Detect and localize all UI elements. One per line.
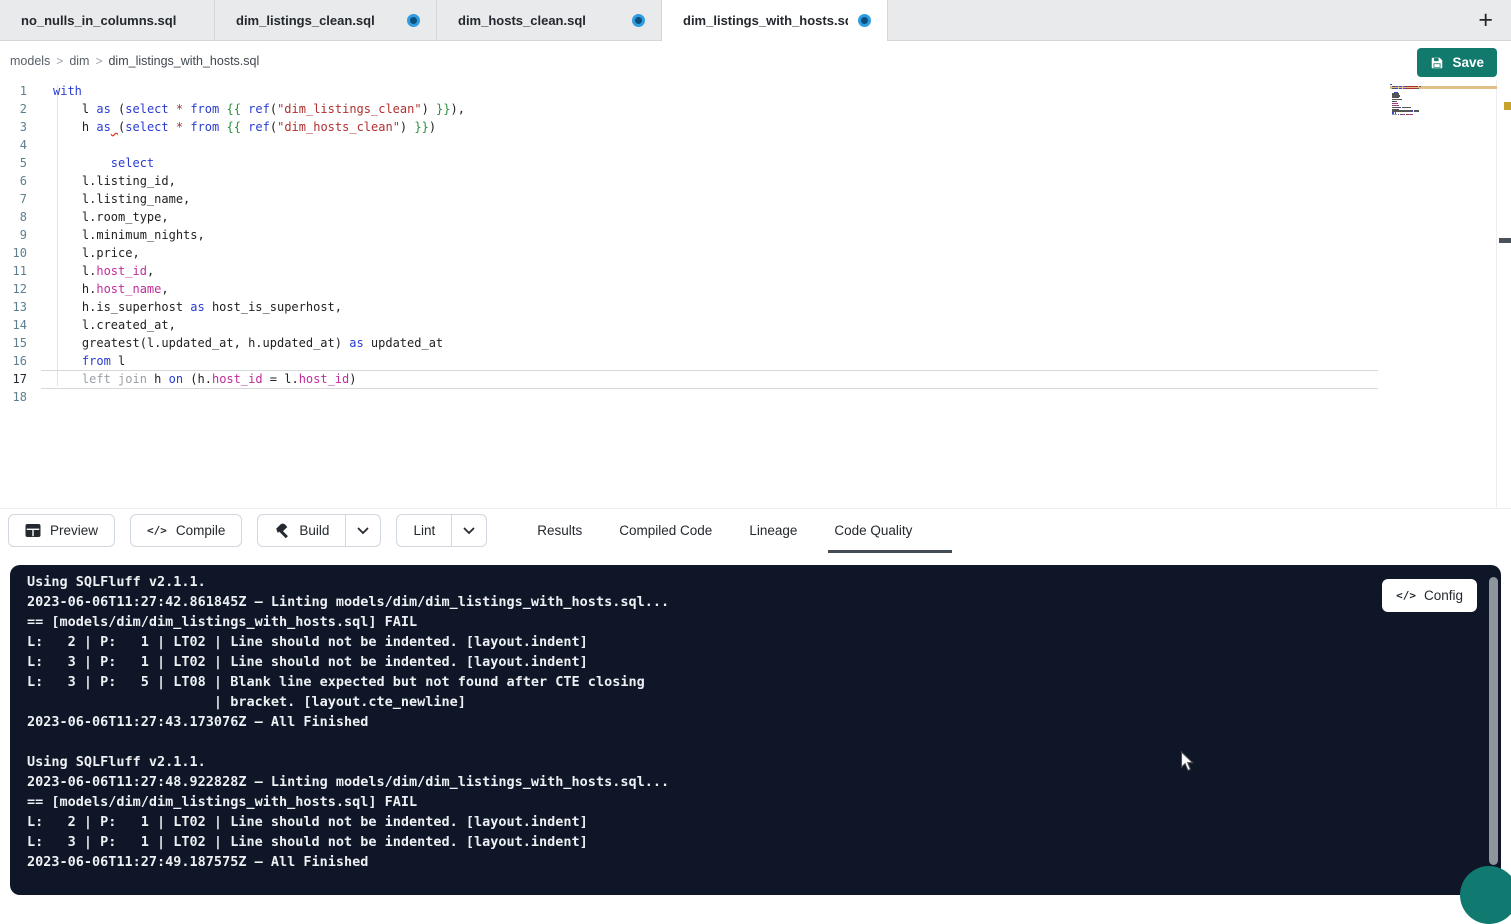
hammer-icon: [274, 523, 290, 539]
editor-tab-bar: no_nulls_in_columns.sql dim_listings_clea…: [0, 0, 1511, 41]
line-number-gutter: 123456789101112131415161718: [0, 82, 27, 406]
line-number: 18: [0, 388, 27, 406]
overview-ruler-warning-marker: [1504, 102, 1511, 110]
line-number: 3: [0, 118, 27, 136]
line-number: 10: [0, 244, 27, 262]
unsaved-changes-dot-icon: [407, 14, 420, 27]
code-brackets-icon: </>: [147, 524, 167, 537]
compile-button[interactable]: </> Compile: [130, 514, 242, 547]
compile-label: Compile: [176, 523, 226, 538]
line-number: 15: [0, 334, 27, 352]
breadcrumb-item[interactable]: dim: [69, 54, 89, 68]
code-pane: with l as (select * from {{ ref("dim_lis…: [53, 82, 465, 406]
preview-label: Preview: [50, 523, 98, 538]
minimap-line: [1390, 116, 1462, 118]
line-number: 6: [0, 172, 27, 190]
code-line[interactable]: [53, 136, 465, 154]
breadcrumb: models > dim > dim_listings_with_hosts.sql: [10, 54, 259, 68]
build-button[interactable]: Build: [257, 514, 346, 547]
panel-tab-code-quality[interactable]: Code Quality: [832, 509, 914, 553]
save-button[interactable]: Save: [1417, 48, 1497, 77]
breadcrumb-item[interactable]: dim_listings_with_hosts.sql: [108, 54, 259, 68]
code-line[interactable]: l.room_type,: [53, 208, 465, 226]
code-brackets-icon: </>: [1396, 589, 1416, 602]
overview-ruler-scroll-marker[interactable]: [1499, 238, 1511, 243]
chevron-down-icon: [463, 527, 475, 535]
line-number: 12: [0, 280, 27, 298]
line-number: 1: [0, 82, 27, 100]
save-label: Save: [1452, 55, 1484, 70]
breadcrumb-separator-icon: >: [95, 54, 102, 68]
terminal-scrollbar[interactable]: [1489, 577, 1498, 865]
panel-tab-compiled-code[interactable]: Compiled Code: [617, 509, 714, 553]
breadcrumb-item[interactable]: models: [10, 54, 50, 68]
code-line[interactable]: l.minimum_nights,: [53, 226, 465, 244]
lint-dropdown-button[interactable]: [452, 514, 487, 547]
lint-button[interactable]: Lint: [396, 514, 452, 547]
panel-tab-results[interactable]: Results: [535, 509, 584, 553]
line-number: 9: [0, 226, 27, 244]
build-button-group: Build: [257, 514, 381, 547]
scrollbar-column-divider: [1496, 80, 1497, 508]
build-dropdown-button[interactable]: [346, 514, 381, 547]
config-button[interactable]: </> Config: [1382, 579, 1477, 612]
tab-label: dim_listings_with_hosts.sql: [683, 13, 848, 28]
line-number: 17: [0, 370, 27, 388]
unsaved-changes-dot-icon: [632, 14, 645, 27]
lint-label: Lint: [413, 523, 435, 538]
build-label: Build: [299, 523, 329, 538]
editor-tab[interactable]: dim_listings_with_hosts.sql: [662, 0, 888, 41]
line-number: 7: [0, 190, 27, 208]
new-tab-button[interactable]: +: [1472, 6, 1499, 35]
code-line[interactable]: h.is_superhost as host_is_superhost,: [53, 298, 465, 316]
dbt-cloud-ide: { "tab_bar": { "new_tab_glyph": "+", "ta…: [0, 0, 1511, 875]
breadcrumb-separator-icon: >: [56, 54, 63, 68]
panel-tab-lineage[interactable]: Lineage: [747, 509, 799, 553]
editor-tab[interactable]: dim_hosts_clean.sql: [437, 0, 662, 40]
code-line[interactable]: l.host_id,: [53, 262, 465, 280]
editor-tab[interactable]: no_nulls_in_columns.sql: [0, 0, 215, 40]
code-line[interactable]: left join h on (h.host_id = l.host_id): [53, 370, 465, 388]
chevron-down-icon: [357, 527, 369, 535]
code-line[interactable]: select: [53, 154, 465, 172]
preview-table-icon: [25, 523, 41, 538]
code-line[interactable]: l.listing_name,: [53, 190, 465, 208]
save-floppy-icon: [1430, 56, 1444, 70]
unsaved-changes-dot-icon: [858, 14, 871, 27]
mouse-cursor: [1180, 751, 1195, 777]
result-panel-tabs: Results Compiled Code Lineage Code Quality: [535, 509, 914, 553]
code-line[interactable]: [53, 388, 465, 406]
code-line[interactable]: l.price,: [53, 244, 465, 262]
tab-label: dim_hosts_clean.sql: [458, 13, 622, 28]
line-number: 11: [0, 262, 27, 280]
line-number: 5: [0, 154, 27, 172]
code-line[interactable]: h.host_name,: [53, 280, 465, 298]
action-toolbar: Preview </> Compile Build Lint: [0, 508, 1511, 552]
line-number: 14: [0, 316, 27, 334]
code-line[interactable]: greatest(l.updated_at, h.updated_at) as …: [53, 334, 465, 352]
line-number: 2: [0, 100, 27, 118]
tab-label: dim_listings_clean.sql: [236, 13, 397, 28]
line-number: 4: [0, 136, 27, 154]
editor-tab[interactable]: dim_listings_clean.sql: [215, 0, 437, 40]
line-number: 16: [0, 352, 27, 370]
preview-button[interactable]: Preview: [8, 514, 115, 547]
code-editor[interactable]: 123456789101112131415161718 with l as (s…: [0, 80, 1511, 508]
code-line[interactable]: l.created_at,: [53, 316, 465, 334]
line-number: 8: [0, 208, 27, 226]
code-line[interactable]: with: [53, 82, 465, 100]
code-line[interactable]: l.listing_id,: [53, 172, 465, 190]
lint-button-group: Lint: [396, 514, 487, 547]
file-header-row: models > dim > dim_listings_with_hosts.sql S…: [0, 41, 1511, 80]
code-line[interactable]: l as (select * from {{ ref("dim_listings…: [53, 100, 465, 118]
terminal-output: Using SQLFluff v2.1.1. 2023-06-06T11:27:…: [10, 565, 1501, 872]
line-number: 13: [0, 298, 27, 316]
code-line[interactable]: from l: [53, 352, 465, 370]
tab-label: no_nulls_in_columns.sql: [21, 13, 198, 28]
code-line[interactable]: h as (select * from {{ ref("dim_hosts_cl…: [53, 118, 465, 136]
config-label: Config: [1424, 588, 1463, 603]
terminal-panel[interactable]: Using SQLFluff v2.1.1. 2023-06-06T11:27:…: [10, 565, 1501, 895]
minimap[interactable]: [1390, 84, 1462, 118]
